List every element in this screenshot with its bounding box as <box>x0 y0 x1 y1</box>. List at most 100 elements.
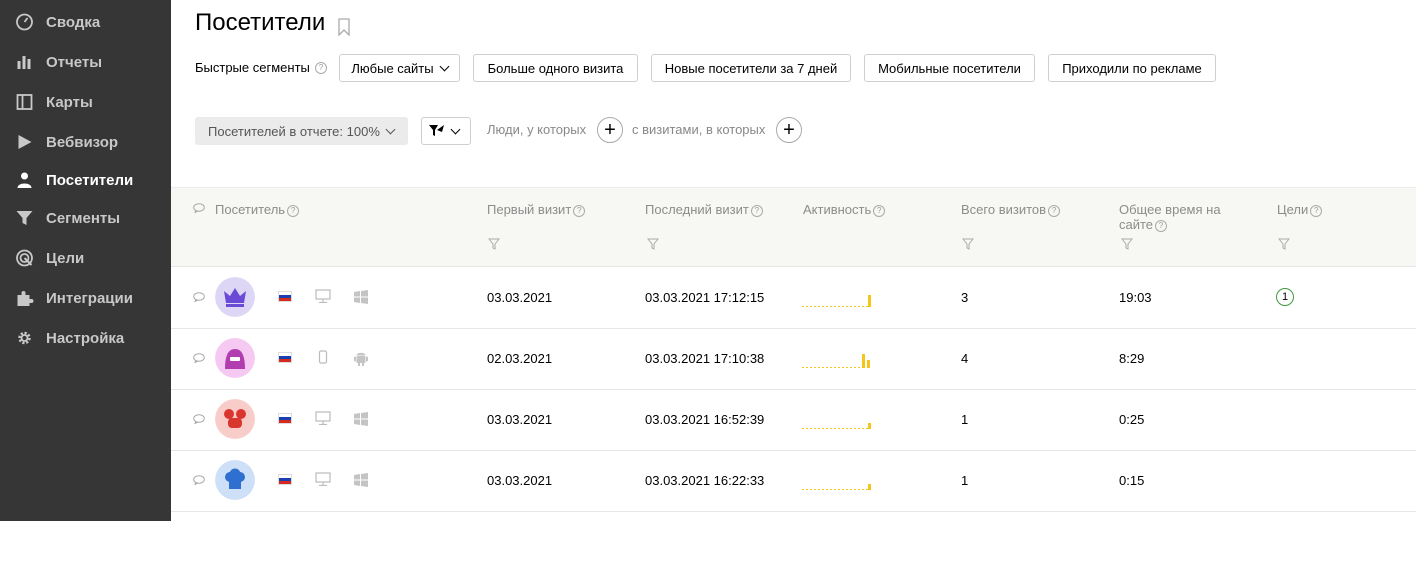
russia-flag-icon <box>278 352 292 363</box>
column-last-visit[interactable]: Последний визит? <box>645 202 763 217</box>
russia-flag-icon <box>278 413 292 424</box>
segment-label: Новые посетители за 7 дней <box>664 60 838 76</box>
column-label: Цели <box>1277 202 1309 217</box>
column-total-time[interactable]: Общее время на сайте? <box>1119 202 1239 232</box>
comment-icon[interactable] <box>193 353 205 363</box>
help-icon[interactable]: ? <box>315 62 327 74</box>
total-visits-cell: 3 <box>961 290 969 305</box>
activity-sparkline <box>802 354 870 368</box>
total-time-cell: 19:03 <box>1119 290 1152 305</box>
table-row[interactable]: 03.03.2021 03.03.2021 16:52:39 1 0:25 <box>171 390 1416 451</box>
windows-icon <box>354 290 368 304</box>
comment-icon <box>193 203 205 213</box>
comment-icon[interactable] <box>193 292 205 302</box>
goals-badge[interactable]: 1 <box>1276 288 1294 306</box>
sidebar-item-goals[interactable]: Цели <box>0 240 171 276</box>
sidebar-item-segments[interactable]: Сегменты <box>0 200 171 236</box>
sidebar-item-maps[interactable]: Карты <box>0 84 171 120</box>
russia-flag-icon <box>278 474 292 485</box>
column-visitor[interactable]: Посетитель? <box>215 202 300 217</box>
people-condition-label: Люди, у которых <box>487 122 587 137</box>
filter-icon[interactable] <box>1121 238 1133 250</box>
last-visit-cell: 03.03.2021 16:22:33 <box>645 473 765 488</box>
total-time-cell: 0:25 <box>1119 412 1145 427</box>
activity-sparkline <box>802 295 871 307</box>
help-icon[interactable]: ? <box>750 204 763 217</box>
first-visit-cell: 03.03.2021 <box>487 412 553 427</box>
segment-label: Больше одного визита <box>487 60 624 76</box>
first-visit-cell: 03.03.2021 <box>487 290 553 305</box>
bar-chart-icon <box>17 56 31 69</box>
table-header: Посетитель? Первый визит? Последний визи… <box>171 187 1416 267</box>
comment-icon[interactable] <box>193 414 205 424</box>
android-icon <box>354 352 368 366</box>
bookmark-icon[interactable] <box>337 18 351 36</box>
table-row[interactable]: 02.03.2021 03.03.2021 17:10:38 4 8:29 <box>171 329 1416 390</box>
sidebar-item-label: Сводка <box>46 13 101 31</box>
column-label: Первый визит <box>487 202 572 217</box>
person-icon <box>17 172 32 188</box>
last-visit-cell: 03.03.2021 16:52:39 <box>645 412 765 427</box>
mobile-icon <box>318 350 328 364</box>
filter-icon[interactable] <box>647 238 659 250</box>
map-icon <box>16 94 33 110</box>
segment-button-ads[interactable]: Приходили по рекламе <box>1048 54 1216 82</box>
windows-icon <box>354 473 368 487</box>
sidebar-item-webvisor[interactable]: Вебвизор <box>0 124 171 160</box>
sidebar-item-visitors[interactable]: Посетители <box>0 162 171 198</box>
add-people-condition-button[interactable]: + <box>597 117 623 143</box>
column-first-visit[interactable]: Первый визит? <box>487 202 586 217</box>
activity-sparkline <box>802 423 871 429</box>
help-icon[interactable]: ? <box>1155 219 1168 232</box>
any-sites-label: Любые сайты <box>351 60 434 76</box>
total-time-cell: 8:29 <box>1119 351 1145 366</box>
mouse-ears-avatar-icon[interactable] <box>215 399 255 439</box>
sidebar-item-label: Сегменты <box>46 209 121 227</box>
segment-button-mobile[interactable]: Мобильные посетители <box>864 54 1035 82</box>
play-icon <box>18 135 32 149</box>
filter-mode-dropdown[interactable] <box>421 117 471 145</box>
filter-icon[interactable] <box>962 238 974 250</box>
russia-flag-icon <box>278 291 292 302</box>
sidebar-item-reports[interactable]: Отчеты <box>0 44 171 80</box>
sidebar: Сводка Отчеты Карты Вебвизор Посетители … <box>0 0 171 521</box>
page-title: Посетители <box>195 9 326 36</box>
column-label: Последний визит <box>645 202 749 217</box>
filter-icon[interactable] <box>1278 238 1290 250</box>
crown-avatar-icon[interactable] <box>215 277 255 317</box>
column-total-visits[interactable]: Всего визитов? <box>961 202 1061 217</box>
column-goals[interactable]: Цели? <box>1277 202 1323 217</box>
sample-label: Посетителей в отчете: 100% <box>208 123 380 139</box>
column-activity[interactable]: Активность? <box>803 202 886 217</box>
sidebar-item-label: Интеграции <box>46 289 133 307</box>
gauge-icon <box>16 13 33 31</box>
comment-icon[interactable] <box>193 475 205 485</box>
help-icon[interactable]: ? <box>573 204 586 217</box>
help-icon[interactable]: ? <box>1310 204 1323 217</box>
help-icon[interactable]: ? <box>873 204 886 217</box>
first-visit-cell: 02.03.2021 <box>487 351 553 366</box>
segment-button-multi-visit[interactable]: Больше одного визита <box>473 54 638 82</box>
column-label: Посетитель <box>215 202 286 217</box>
total-visits-cell: 1 <box>961 473 969 488</box>
sidebar-item-settings[interactable]: Настройка <box>0 320 171 356</box>
table-row[interactable]: 03.03.2021 03.03.2021 17:12:15 3 19:03 1 <box>171 268 1416 329</box>
desktop-icon <box>315 289 331 303</box>
table-row[interactable]: 03.03.2021 03.03.2021 16:22:33 1 0:15 <box>171 451 1416 512</box>
table-row[interactable] <box>171 512 1416 573</box>
sidebar-item-summary[interactable]: Сводка <box>0 4 171 40</box>
total-visits-cell: 1 <box>961 412 969 427</box>
segment-button-new-visitors[interactable]: Новые посетители за 7 дней <box>651 54 851 82</box>
sidebar-item-label: Вебвизор <box>46 133 119 151</box>
chef-hat-avatar-icon[interactable] <box>215 460 255 500</box>
add-visits-condition-button[interactable]: + <box>776 117 802 143</box>
hooded-figure-avatar-icon[interactable] <box>215 338 255 378</box>
help-icon[interactable]: ? <box>1048 204 1061 217</box>
help-icon[interactable]: ? <box>287 204 300 217</box>
any-sites-dropdown[interactable]: Любые сайты <box>339 54 460 82</box>
sample-dropdown[interactable]: Посетителей в отчете: 100% <box>195 117 408 145</box>
sidebar-item-integrations[interactable]: Интеграции <box>0 280 171 316</box>
segment-label: Мобильные посетители <box>878 60 1021 76</box>
filter-icon[interactable] <box>488 238 500 250</box>
sidebar-item-label: Настройка <box>46 329 125 347</box>
